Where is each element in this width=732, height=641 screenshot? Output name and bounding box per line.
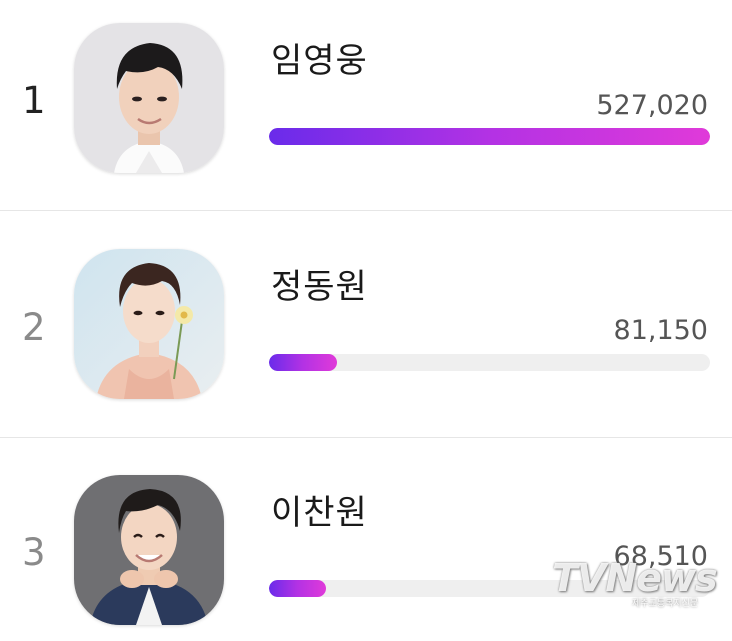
vote-count: 527,020	[596, 90, 708, 121]
avatar[interactable]	[74, 23, 224, 173]
avatar-portrait-3	[74, 475, 224, 625]
ranking-list: 1 임영웅 527,020 2 정동원 81,150 3 이찬원 68,510 …	[0, 0, 732, 641]
vote-progress-fill	[269, 354, 337, 371]
rank-number: 1	[22, 79, 46, 122]
ranking-item-1[interactable]: 1 임영웅 527,020	[0, 0, 732, 212]
ranking-item-2[interactable]: 2 정동원 81,150	[0, 211, 732, 423]
avatar[interactable]	[74, 249, 224, 399]
avatar[interactable]	[74, 475, 224, 625]
vote-progress-bar	[269, 354, 710, 371]
avatar-portrait-1	[74, 23, 224, 173]
singer-name: 정동원	[271, 267, 368, 307]
singer-name: 이찬원	[271, 493, 368, 533]
vote-count: 68,510	[613, 541, 708, 572]
singer-name: 임영웅	[271, 41, 368, 81]
vote-progress-bar	[269, 580, 710, 597]
vote-progress-fill	[269, 128, 710, 145]
vote-count: 81,150	[613, 315, 708, 346]
vote-progress-fill	[269, 580, 327, 597]
avatar-portrait-2	[74, 249, 224, 399]
ranking-item-3[interactable]: 3 이찬원 68,510	[0, 438, 732, 641]
rank-number: 2	[22, 306, 46, 349]
vote-progress-bar	[269, 128, 710, 145]
rank-number: 3	[22, 531, 46, 574]
